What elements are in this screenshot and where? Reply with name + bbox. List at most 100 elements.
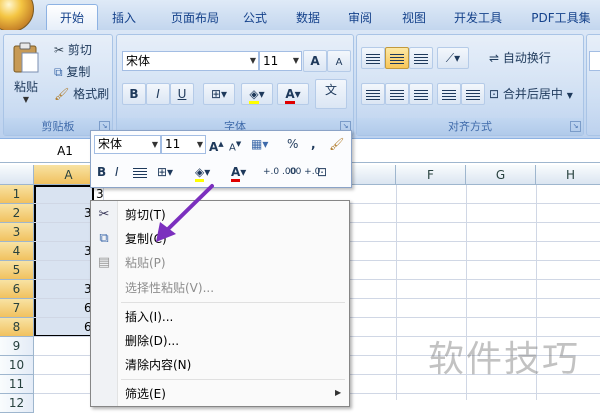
- align-top-icon: [366, 53, 380, 64]
- ribbon: 粘贴 ▼ ✂ 剪切 ⧉ 复制 🖌 格式刷 剪贴板 ↘ 宋体 ▼ 11 ▼ A A…: [0, 30, 600, 139]
- wrap-text-label: 自动换行: [502, 51, 551, 65]
- mini-italic-button[interactable]: I: [115, 161, 119, 183]
- column-header-f[interactable]: F: [396, 165, 466, 185]
- menu-item-filter[interactable]: 筛选(E): [117, 383, 355, 405]
- fill-color-button[interactable]: ◈▾: [241, 83, 273, 105]
- mini-format-painter-button[interactable]: 🖌: [329, 133, 344, 155]
- font-name-combo[interactable]: 宋体 ▼: [122, 51, 259, 71]
- decrease-indent-button[interactable]: [437, 83, 461, 105]
- menu-item-paste-special[interactable]: 选择性粘贴(V)...: [117, 277, 355, 299]
- mini-borders-button[interactable]: ⊞▾: [157, 161, 173, 183]
- font-color-icon: A: [285, 87, 295, 104]
- column-header-h[interactable]: H: [536, 165, 600, 185]
- grow-font-button[interactable]: A: [303, 50, 327, 72]
- mini-merge-button[interactable]: ⊡: [317, 161, 327, 183]
- mini-percent-button[interactable]: %: [287, 133, 298, 155]
- row-header-5[interactable]: 5: [0, 261, 34, 280]
- italic-button[interactable]: I: [146, 83, 170, 105]
- shrink-font-button[interactable]: A: [327, 50, 351, 72]
- copy-button[interactable]: ⧉ 复制: [54, 61, 90, 83]
- menu-item-insert[interactable]: 插入(I)...: [117, 306, 355, 328]
- row-header-7[interactable]: 7: [0, 299, 34, 318]
- align-middle-icon: [390, 53, 404, 64]
- tab-view[interactable]: 视图: [394, 6, 434, 30]
- increase-indent-button[interactable]: [461, 83, 485, 105]
- mini-comma-button[interactable]: ,: [311, 133, 316, 155]
- row-header-11[interactable]: 11: [0, 375, 34, 394]
- font-name-value: 宋体: [126, 54, 151, 68]
- watermark: 软件技巧: [428, 339, 581, 380]
- align-right-button[interactable]: [409, 83, 433, 105]
- number-format-combo[interactable]: [589, 51, 600, 71]
- mini-fill-color-button[interactable]: ◈▾: [195, 161, 210, 183]
- mini-size-value: 11: [165, 137, 181, 151]
- paintbrush-icon: 🖌: [329, 137, 345, 151]
- select-all-corner[interactable]: [0, 165, 34, 185]
- mini-decrease-decimal-button[interactable]: .00 +.0: [287, 161, 320, 183]
- tab-insert[interactable]: 插入: [104, 6, 144, 30]
- tab-data[interactable]: 数据: [288, 6, 328, 30]
- mini-shrink-font-button[interactable]: A▼: [229, 133, 241, 155]
- merge-icon: ⊡: [317, 165, 328, 179]
- menu-item-copy[interactable]: 复制(C): [117, 228, 355, 250]
- row-header-9[interactable]: 9: [0, 337, 34, 356]
- number-group-partial: [586, 34, 600, 136]
- alignment-group: ⟋▾ ⇌ 自动换行 ⊡ 合并后居中 ▼ 对齐方式 ↘: [356, 34, 584, 136]
- row-header-6[interactable]: 6: [0, 280, 34, 299]
- tab-home[interactable]: 开始: [46, 4, 98, 31]
- phonetic-button[interactable]: 文: [315, 79, 347, 109]
- bold-icon: B: [129, 87, 139, 101]
- menu-item-paste[interactable]: 粘贴(P): [117, 252, 355, 274]
- row-header-8[interactable]: 8: [0, 318, 34, 337]
- orientation-button[interactable]: ⟋▾: [437, 47, 469, 69]
- font-color-button[interactable]: A▾: [277, 83, 309, 105]
- row-header-4[interactable]: 4: [0, 242, 34, 261]
- tab-developer[interactable]: 开发工具: [448, 6, 508, 30]
- row-header-12[interactable]: 12: [0, 394, 34, 413]
- paste-label: 粘贴: [13, 80, 38, 94]
- align-left-button[interactable]: [361, 83, 385, 105]
- decrease-decimal-icon: .00 +.0: [287, 167, 321, 177]
- mini-size-combo[interactable]: 11 ▼: [161, 135, 206, 154]
- format-painter-button[interactable]: 🖌 格式刷: [54, 83, 109, 105]
- tab-review[interactable]: 审阅: [340, 6, 380, 30]
- font-color-icon: A: [231, 165, 241, 182]
- mini-grow-font-button[interactable]: A▲: [209, 133, 224, 155]
- mini-center-button[interactable]: [133, 161, 147, 183]
- menu-item-clear-contents[interactable]: 清除内容(N): [117, 354, 355, 376]
- menu-item-delete[interactable]: 删除(D)...: [117, 330, 355, 352]
- cut-button[interactable]: ✂ 剪切: [54, 39, 92, 61]
- merge-center-button[interactable]: ⊡ 合并后居中 ▼: [489, 83, 573, 105]
- increase-indent-icon: [466, 89, 480, 100]
- tab-page-layout[interactable]: 页面布局: [160, 6, 230, 30]
- menu-item-cut[interactable]: 剪切(T): [117, 204, 355, 226]
- align-center-button[interactable]: [385, 83, 409, 105]
- mini-font-combo[interactable]: 宋体 ▼: [94, 135, 161, 154]
- alignment-dialog-launcher[interactable]: ↘: [570, 121, 581, 132]
- align-top-button[interactable]: [361, 47, 385, 69]
- column-header-g[interactable]: G: [466, 165, 536, 185]
- mini-toolbar: 宋体 ▼ 11 ▼ A▲ A▼ ▦▾ % , 🖌 B I ⊞▾ ◈▾ A▾ +.…: [90, 130, 352, 188]
- borders-button[interactable]: ⊞▾: [203, 83, 235, 105]
- orientation-icon: ⟋▾: [445, 51, 461, 65]
- underline-button[interactable]: U: [170, 83, 194, 105]
- row-header-3[interactable]: 3: [0, 223, 34, 242]
- clipboard-group: 粘贴 ▼ ✂ 剪切 ⧉ 复制 🖌 格式刷 剪贴板 ↘: [3, 34, 113, 136]
- wrap-text-button[interactable]: ⇌ 自动换行: [489, 47, 551, 69]
- row-header-10[interactable]: 10: [0, 356, 34, 375]
- tab-pdf-tools[interactable]: PDF工具集: [522, 6, 600, 30]
- bold-button[interactable]: B: [122, 83, 146, 105]
- office-button[interactable]: [0, 0, 34, 32]
- context-menu: ✂ 剪切(T) ⧉ 复制(C) ▤ 粘贴(P) 选择性粘贴(V)... 插入(I…: [90, 200, 350, 407]
- mini-number-format-button[interactable]: ▦▾: [251, 133, 268, 155]
- align-bottom-button[interactable]: [409, 47, 433, 69]
- mini-font-color-button[interactable]: A▾: [231, 161, 246, 183]
- row-header-1[interactable]: 1: [0, 185, 34, 204]
- paste-button[interactable]: 粘贴 ▼: [8, 37, 44, 113]
- row-header-2[interactable]: 2: [0, 204, 34, 223]
- mini-bold-button[interactable]: B: [97, 161, 106, 183]
- merge-icon: ⊡: [489, 87, 500, 101]
- tab-formulas[interactable]: 公式: [238, 6, 272, 30]
- align-middle-button[interactable]: [385, 47, 409, 69]
- font-size-combo[interactable]: 11 ▼: [259, 51, 302, 71]
